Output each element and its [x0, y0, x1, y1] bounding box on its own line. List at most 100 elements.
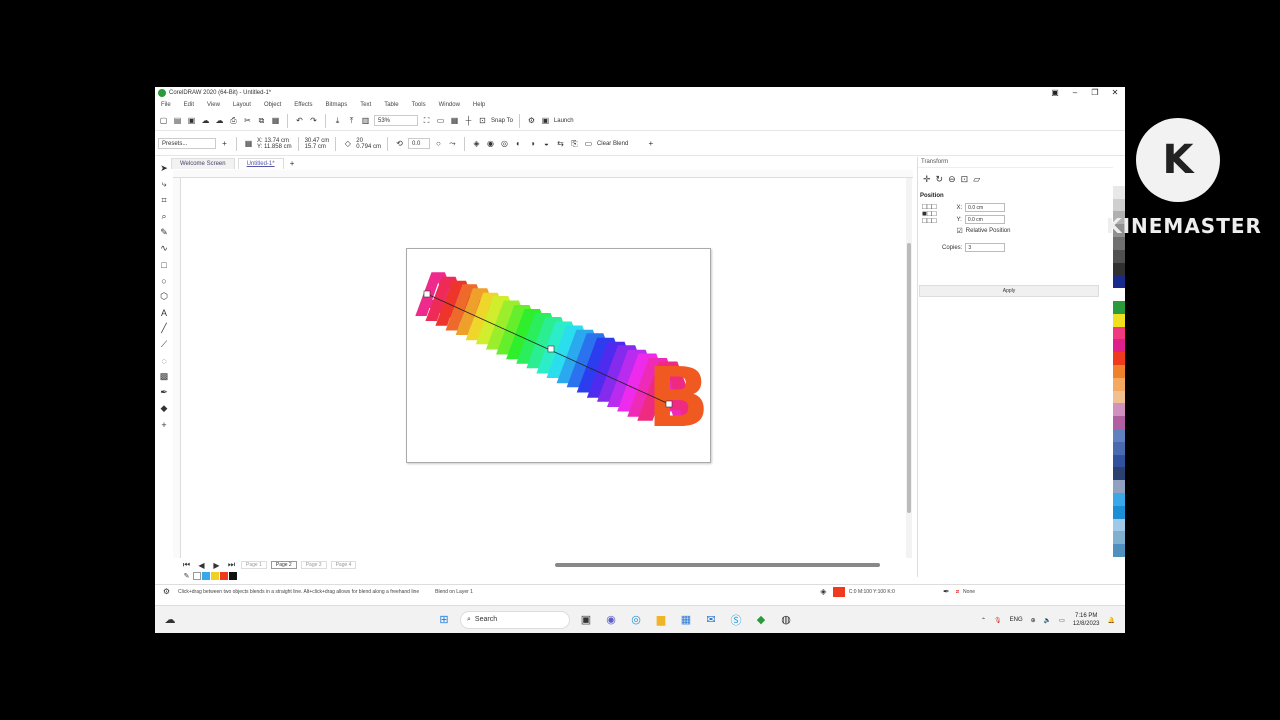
position-y-field[interactable]: Y: 11.858 cm [257, 144, 292, 150]
maximize-button[interactable]: ❐ [1085, 87, 1105, 99]
direct-blend-icon[interactable]: ◈ [471, 138, 482, 149]
blend-artwork[interactable]: AAAAAAAAAAAAAAAAAAAAAAAB [389, 238, 719, 478]
undo-icon[interactable]: ↶ [294, 115, 305, 126]
menu-bitmaps[interactable]: Bitmaps [326, 102, 348, 108]
scale-mirror-icon[interactable]: ⊖ [948, 174, 956, 185]
horizontal-scrollbar[interactable] [555, 563, 880, 567]
page-tab-2[interactable]: Page 2 [270, 561, 297, 569]
page-tab-1[interactable]: Page 1 [241, 561, 267, 569]
eyedropper-icon[interactable]: ✎ [181, 570, 192, 581]
zoom-tool-icon[interactable]: ⌕ [159, 211, 170, 222]
paste-icon[interactable]: ▦ [270, 115, 281, 126]
grid-icon[interactable]: ▦ [449, 115, 460, 126]
interactive-fill-icon[interactable]: ◆ [159, 403, 170, 414]
menu-tools[interactable]: Tools [412, 102, 426, 108]
print-icon[interactable]: ⎙ [228, 115, 239, 126]
guidelines-icon[interactable]: ┼ [463, 115, 474, 126]
color-swatch[interactable] [211, 571, 219, 580]
next-page-icon[interactable]: ▶ [211, 560, 222, 571]
settings-gear-icon[interactable]: ⚙ [161, 586, 172, 597]
snap-to-dropdown[interactable]: Snap To [491, 118, 513, 124]
menu-help[interactable]: Help [473, 102, 485, 108]
object-acceleration-icon[interactable]: ◐ [513, 138, 524, 149]
accelerate-sizes-icon[interactable]: ◒ [541, 138, 552, 149]
close-button[interactable]: ✕ [1105, 87, 1125, 99]
text-tool-icon[interactable]: A [159, 307, 170, 318]
cut-icon[interactable]: ✂ [242, 115, 253, 126]
chrome-icon[interactable]: ◍ [777, 611, 795, 629]
palette-swatch[interactable] [1113, 518, 1125, 532]
store-icon[interactable]: ▦ [677, 611, 695, 629]
palette-swatch[interactable] [1113, 441, 1125, 455]
ellipse-tool-icon[interactable]: ○ [159, 275, 170, 286]
launch-icon[interactable]: ▣ [540, 115, 551, 126]
battery-icon[interactable]: ▭ [1059, 617, 1065, 624]
palette-swatch[interactable] [1113, 480, 1125, 493]
palette-swatch[interactable] [1113, 352, 1125, 365]
menu-layout[interactable]: Layout [233, 102, 251, 108]
color-acceleration-icon[interactable]: ◑ [527, 138, 538, 149]
full-screen-icon[interactable]: ⛶ [421, 115, 432, 126]
minimize-button[interactable]: – [1065, 87, 1085, 99]
page-tab-4[interactable]: Page 4 [330, 561, 357, 569]
blend-direction-icon[interactable]: ⟲ [394, 138, 405, 149]
anchor-grid-icon[interactable]: □□□ ■□□ □□□ [922, 203, 937, 235]
blend-handle[interactable] [423, 290, 431, 298]
more-blend-options-icon[interactable]: ⇆ [555, 138, 566, 149]
palette-swatch[interactable] [1113, 364, 1125, 378]
clear-blend-button[interactable]: Clear Blend [597, 141, 628, 147]
zoom-level-select[interactable]: 53% [374, 115, 418, 126]
chat-icon[interactable]: ◉ [602, 611, 620, 629]
volume-icon[interactable]: 🔈 [1044, 617, 1051, 624]
page-tab-3[interactable]: Page 3 [300, 561, 327, 569]
import-icon[interactable]: ⤓ [332, 115, 343, 126]
mail-icon[interactable]: ✉ [702, 611, 720, 629]
palette-swatch[interactable] [1113, 173, 1125, 186]
widgets-icon[interactable]: ☁ [161, 611, 179, 629]
transparency-tool-icon[interactable]: ▩ [159, 371, 170, 382]
y-input[interactable]: 0.0 cm [964, 215, 1005, 224]
copy-icon[interactable]: ⧉ [256, 115, 267, 126]
palette-swatch[interactable] [1113, 467, 1125, 481]
color-swatch[interactable] [202, 571, 210, 580]
object-origin-icon[interactable]: ▦ [243, 138, 254, 149]
menu-effects[interactable]: Effects [294, 102, 312, 108]
restore-panels-icon[interactable]: ▣ [1045, 87, 1065, 99]
palette-swatch[interactable] [1113, 492, 1125, 506]
redo-icon[interactable]: ↷ [308, 115, 319, 126]
export-icon[interactable]: ⤒ [346, 115, 357, 126]
eyedropper-tool-icon[interactable]: ✒ [159, 387, 170, 398]
skype-icon[interactable]: Ⓢ [727, 611, 745, 629]
palette-swatch[interactable] [1113, 262, 1125, 276]
apply-button[interactable]: Apply [919, 285, 1099, 297]
add-preset-icon[interactable]: + [219, 138, 230, 149]
add-tool-icon[interactable]: + [159, 419, 170, 430]
color-swatch[interactable] [220, 571, 228, 580]
launch-dropdown[interactable]: Launch [554, 118, 574, 124]
prev-page-icon[interactable]: ◀ [196, 560, 207, 571]
palette-swatch[interactable] [1113, 249, 1125, 263]
palette-swatch[interactable] [1113, 185, 1125, 199]
task-view-icon[interactable]: ▣ [577, 611, 595, 629]
new-document-icon[interactable]: ▢ [158, 115, 169, 126]
blend-handle[interactable] [547, 345, 555, 353]
size-height-field[interactable]: 15.7 cm [305, 144, 330, 150]
palette-swatch[interactable] [1113, 198, 1125, 212]
menu-window[interactable]: Window [439, 102, 460, 108]
x-input[interactable]: 0.0 cm [965, 203, 1006, 212]
clockwise-blend-icon[interactable]: ◉ [485, 138, 496, 149]
color-swatch[interactable] [193, 571, 201, 580]
palette-swatch[interactable] [1113, 377, 1125, 391]
path-properties-icon[interactable]: ⤳ [447, 138, 458, 149]
palette-swatch[interactable] [1113, 416, 1125, 429]
fill-swatch[interactable] [832, 586, 845, 597]
menu-text[interactable]: Text [360, 102, 371, 108]
palette-swatch[interactable] [1113, 531, 1125, 545]
connector-tool-icon[interactable]: ⟋ [159, 339, 170, 350]
notification-bell-icon[interactable]: 🔔 [1108, 617, 1115, 624]
artistic-media-icon[interactable]: ∿ [159, 243, 170, 254]
blend-tool-icon[interactable]: ◌ [159, 355, 170, 366]
publish-pdf-icon[interactable]: ▥ [360, 115, 371, 126]
save-icon[interactable]: ▣ [186, 115, 197, 126]
coreldraw-taskbar-icon[interactable]: ◆ [752, 611, 770, 629]
